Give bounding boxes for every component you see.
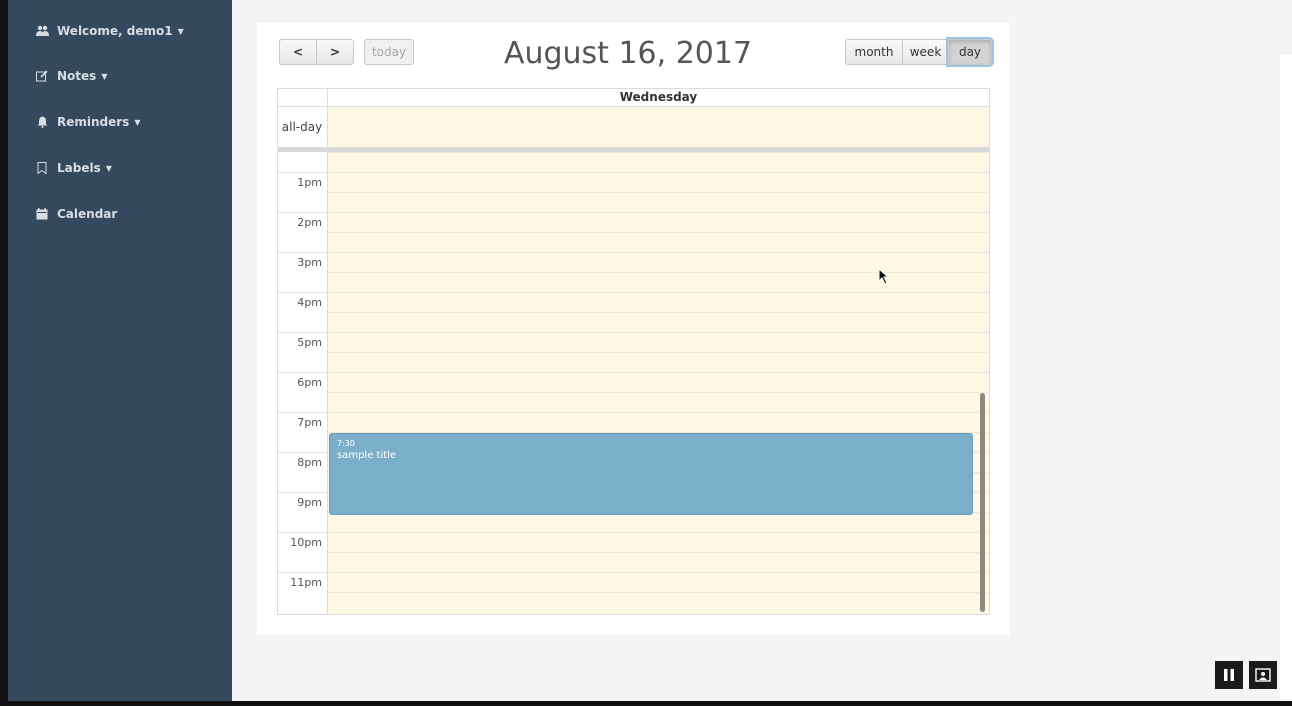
caret-down-icon: ▼ xyxy=(134,117,141,127)
event-time: 7:30 xyxy=(337,439,355,448)
grid-border xyxy=(277,88,990,615)
prev-button[interactable]: < xyxy=(279,39,317,65)
sidebar-item-labels[interactable]: Labels ▼ xyxy=(34,158,112,178)
day-view-button[interactable]: day xyxy=(948,39,992,65)
pause-icon xyxy=(1224,669,1234,681)
sidebar-item-welcome[interactable]: Welcome, demo1 ▼ xyxy=(34,21,184,41)
right-edge-panel xyxy=(1280,55,1292,701)
screen-button[interactable] xyxy=(1249,661,1277,689)
window-frame-left xyxy=(0,0,8,706)
sidebar-item-label: Welcome, demo1 xyxy=(57,24,173,38)
window-frame-bottom xyxy=(0,701,1292,706)
scrollbar[interactable] xyxy=(980,393,985,612)
pause-button[interactable] xyxy=(1215,661,1243,689)
chevron-left-icon: < xyxy=(292,45,304,59)
next-button[interactable]: > xyxy=(316,39,354,65)
sidebar-item-label: Notes xyxy=(57,69,97,83)
sidebar-item-label: Calendar xyxy=(57,207,118,221)
bookmark-icon xyxy=(34,162,50,174)
week-view-button[interactable]: week xyxy=(902,39,949,65)
users-icon xyxy=(34,25,50,37)
mouse-cursor-icon xyxy=(878,268,890,285)
day-grid: Wednesday all-day 1pm 2pm 3pm 4pm 5pm 6pm 7pm 8… xyxy=(277,88,990,615)
edit-icon xyxy=(34,70,50,82)
event-title: sample title xyxy=(337,450,397,461)
caret-down-icon: ▼ xyxy=(105,163,112,173)
calendar-event[interactable]: 7:30 sample title xyxy=(329,433,973,515)
sidebar-item-label: Reminders xyxy=(57,115,130,129)
caret-down-icon: ▼ xyxy=(177,26,184,36)
caret-down-icon: ▼ xyxy=(101,71,108,81)
chevron-right-icon: > xyxy=(329,45,341,59)
month-view-button[interactable]: month xyxy=(845,39,903,65)
sidebar-item-calendar[interactable]: Calendar xyxy=(34,204,117,224)
bell-icon xyxy=(34,116,50,128)
calendar-icon xyxy=(34,208,50,220)
sidebar: Welcome, demo1 ▼ Notes ▼ Reminders ▼ Lab… xyxy=(8,0,232,701)
sidebar-item-notes[interactable]: Notes ▼ xyxy=(34,66,107,86)
sidebar-item-reminders[interactable]: Reminders ▼ xyxy=(34,112,140,132)
sidebar-item-label: Labels xyxy=(57,161,101,175)
screen-icon xyxy=(1255,668,1271,682)
today-button[interactable]: today xyxy=(364,39,414,65)
calendar-title: August 16, 2017 xyxy=(503,36,753,71)
